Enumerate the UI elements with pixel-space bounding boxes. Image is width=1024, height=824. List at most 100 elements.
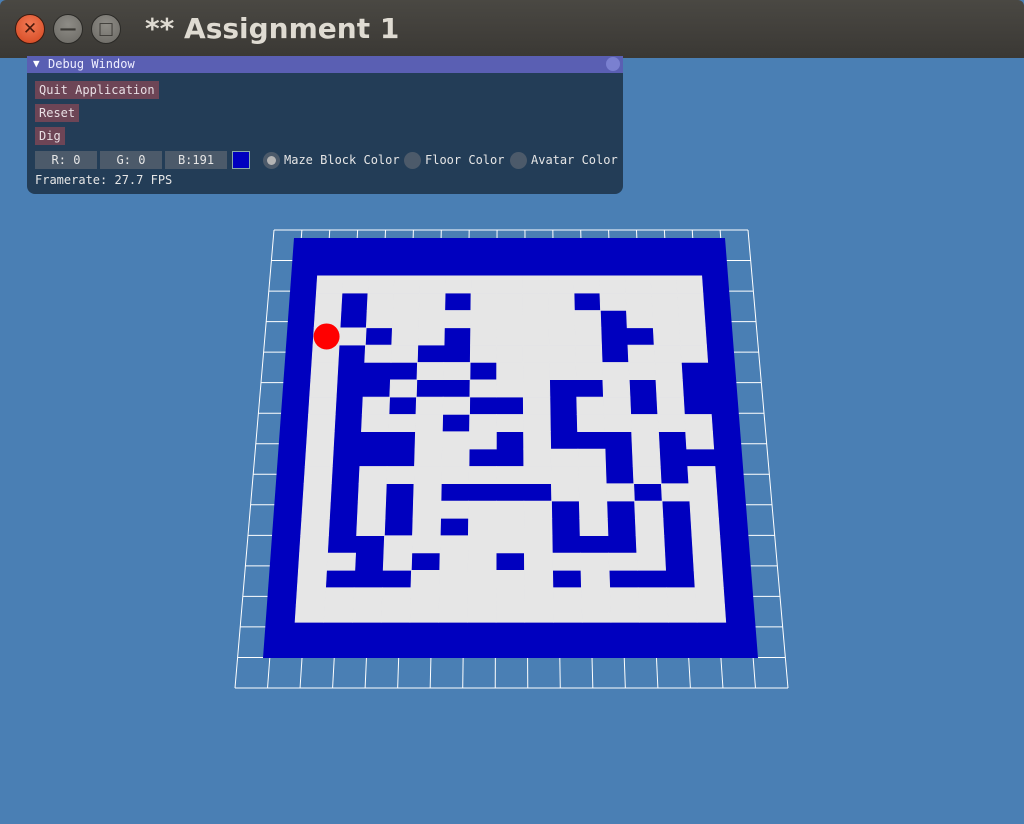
floor-cell [677, 310, 706, 329]
floor-cell [523, 431, 552, 450]
floor-cell [392, 310, 420, 329]
floor-cell [524, 604, 554, 623]
floor-cell [366, 292, 394, 311]
radio-unselected-icon[interactable] [404, 151, 421, 169]
floor-cell [660, 483, 691, 502]
floor-cell [550, 466, 580, 485]
floor-cell [603, 396, 632, 415]
floor-cell [496, 344, 524, 363]
red-channel-input[interactable]: R: 0 [35, 151, 97, 169]
floor-cell [656, 396, 685, 415]
floor-cell [694, 587, 725, 606]
floor-cell [552, 587, 583, 606]
floor-cell [443, 362, 471, 381]
floor-cell [367, 275, 395, 294]
reset-button[interactable]: Reset [35, 104, 80, 122]
floor-cell [688, 483, 718, 502]
floor-cell [469, 379, 497, 398]
floor-cell [603, 414, 632, 433]
close-icon: ✕ [22, 18, 38, 39]
floor-cell [441, 466, 470, 485]
avatar-color-radio[interactable]: Avatar Color [510, 151, 618, 169]
quit-application-button[interactable]: Quit Application [35, 81, 159, 99]
maximize-button[interactable]: □ [91, 14, 121, 44]
color-swatch[interactable] [232, 151, 250, 169]
floor-cell [298, 552, 328, 571]
floor-cell [468, 466, 497, 485]
blue-channel-input[interactable]: B:191 [165, 151, 227, 169]
radio-selected-icon[interactable] [263, 151, 280, 169]
floor-cell [356, 518, 386, 536]
floor-cell [687, 466, 717, 485]
floor-cell [523, 535, 553, 554]
floor-cell [416, 362, 445, 381]
debug-window-title: Debug Window [48, 57, 135, 71]
floor-cell [468, 500, 497, 519]
floor-cell [636, 552, 667, 571]
floor-cell [692, 552, 723, 571]
floor-cell [410, 587, 440, 606]
floor-cell [667, 604, 698, 623]
floor-cell [418, 310, 446, 329]
maze-block-color-label: Maze Block Color [284, 153, 400, 167]
floor-cell [470, 275, 498, 294]
floor-cell [411, 535, 441, 554]
dig-button[interactable]: Dig [35, 127, 65, 145]
floor-cell [310, 362, 339, 381]
collapse-button[interactable] [606, 57, 620, 71]
floor-cell [364, 344, 392, 363]
floor-cell [676, 292, 705, 311]
floor-cell [386, 466, 415, 485]
floor-cell [547, 292, 575, 311]
floor-cell [496, 292, 523, 311]
floor-cell [467, 604, 497, 623]
floor-cell [653, 344, 682, 363]
debug-window-header[interactable]: ▼ Debug Window [27, 56, 623, 73]
floor-cell [637, 587, 668, 606]
floor-cell [523, 466, 552, 485]
floor-cell [467, 587, 497, 606]
close-button[interactable]: ✕ [15, 14, 45, 44]
floor-cell [467, 518, 497, 536]
avatar-color-label: Avatar Color [531, 153, 618, 167]
minimize-icon: — [59, 18, 77, 39]
floor-cell [444, 310, 472, 329]
floor-cell [654, 362, 683, 381]
floor-cell [632, 466, 662, 485]
floor-cell [438, 604, 468, 623]
floor-cell [352, 587, 383, 606]
floor-cell [382, 552, 413, 571]
floor-cell [523, 518, 553, 536]
floor-cell [412, 500, 442, 519]
radio-unselected-icon[interactable] [510, 151, 527, 169]
floor-cell [627, 344, 656, 363]
floor-cell [469, 344, 497, 363]
floor-cell [691, 535, 722, 554]
floor-cell [548, 344, 577, 363]
debug-window: ▼ Debug Window Quit Application Reset Di… [27, 56, 623, 194]
floor-cell [605, 483, 635, 502]
floor-cell [522, 379, 551, 398]
floor-cell [439, 552, 469, 571]
green-channel-input[interactable]: G: 0 [100, 151, 162, 169]
maze-block-color-radio[interactable]: Maze Block Color [263, 151, 400, 169]
floor-color-radio[interactable]: Floor Color [404, 151, 504, 169]
floor-cell [469, 414, 497, 433]
minimize-button[interactable]: — [53, 14, 83, 44]
floor-cell [547, 275, 575, 294]
floor-cell [303, 466, 333, 485]
floor-cell [294, 604, 326, 623]
floor-cell [576, 414, 605, 433]
floor-cell [651, 292, 679, 311]
floor-cell [609, 587, 640, 606]
floor-cell [305, 431, 335, 450]
floor-cell [599, 292, 627, 311]
floor-cell [391, 327, 419, 346]
avatar[interactable] [313, 323, 340, 350]
floor-cell [680, 344, 709, 363]
floor-cell [495, 535, 525, 554]
collapse-arrow-icon[interactable]: ▼ [33, 57, 40, 70]
floor-cell [470, 310, 498, 329]
floor-cell [390, 344, 419, 363]
floor-cell [631, 448, 661, 467]
